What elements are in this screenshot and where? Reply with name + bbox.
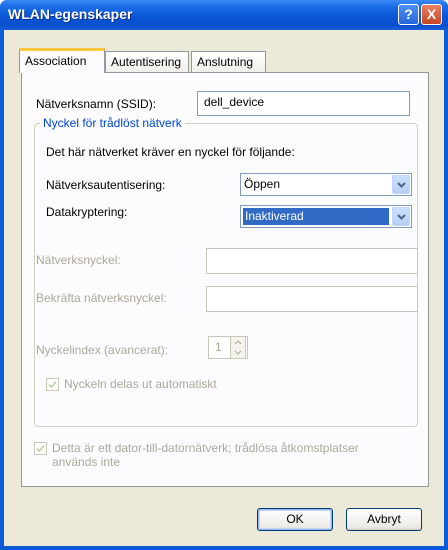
close-button[interactable]: X [421, 4, 442, 25]
association-panel: Nätverksnamn (SSID): dell_device Nyckel … [21, 72, 429, 487]
encryption-dropdown-button[interactable] [392, 207, 410, 226]
encryption-value: Inaktiverad [243, 208, 389, 225]
checkmark-icon [36, 444, 45, 453]
network-key-input[interactable] [206, 248, 418, 274]
wireless-key-group-title: Nyckel för trådlöst nätverk [40, 116, 185, 130]
auth-select[interactable]: Öppen [240, 173, 412, 196]
confirm-key-input[interactable] [206, 286, 418, 312]
auth-value: Öppen [244, 177, 281, 191]
dialog-client-area: Association Autentisering Anslutning Nät… [4, 30, 444, 546]
auth-label: Nätverksautentisering: [46, 178, 166, 192]
key-index-spinner[interactable] [230, 336, 246, 359]
title-bar[interactable]: WLAN-egenskaper ? X [0, 0, 448, 30]
spinner-arrows-icon [234, 340, 242, 355]
auto-key-checkbox[interactable] [46, 378, 59, 391]
encryption-select[interactable]: Inaktiverad [240, 205, 412, 228]
help-icon: ? [404, 6, 413, 22]
auto-key-label: Nyckeln delas ut automatiskt [64, 377, 217, 391]
network-key-label: Nätverksnyckel: [36, 253, 121, 267]
window-title: WLAN-egenskaper [8, 6, 133, 22]
key-index-value: 1 [215, 340, 222, 354]
confirm-key-label: Bekräfta nätverksnyckel: [36, 291, 167, 305]
chevron-down-icon [397, 214, 406, 220]
adhoc-label-line2: används inte [52, 455, 121, 469]
close-icon: X [426, 6, 437, 22]
tab-autentisering[interactable]: Autentisering [105, 51, 189, 72]
chevron-down-icon [397, 182, 406, 188]
adhoc-label-line1: Detta är ett dator-till-datornätverk; tr… [52, 441, 359, 455]
ok-button[interactable]: OK [257, 508, 333, 531]
key-index-label: Nyckelindex (avancerat): [36, 343, 169, 357]
checkmark-icon [48, 380, 57, 389]
auth-dropdown-button[interactable] [392, 175, 410, 194]
adhoc-checkbox[interactable] [34, 442, 47, 455]
requirement-text: Det här nätverket kräver en nyckel för f… [46, 145, 295, 159]
ssid-input[interactable]: dell_device [197, 91, 410, 116]
tab-association[interactable]: Association [19, 48, 105, 73]
ssid-value: dell_device [204, 95, 265, 109]
encryption-label: Datakryptering: [46, 205, 128, 219]
dialog-window: WLAN-egenskaper ? X Association Autentis… [0, 0, 448, 550]
tab-anslutning[interactable]: Anslutning [191, 51, 266, 72]
cancel-button[interactable]: Avbryt [346, 508, 422, 531]
ssid-label: Nätverksnamn (SSID): [36, 97, 157, 111]
help-button[interactable]: ? [398, 4, 419, 25]
